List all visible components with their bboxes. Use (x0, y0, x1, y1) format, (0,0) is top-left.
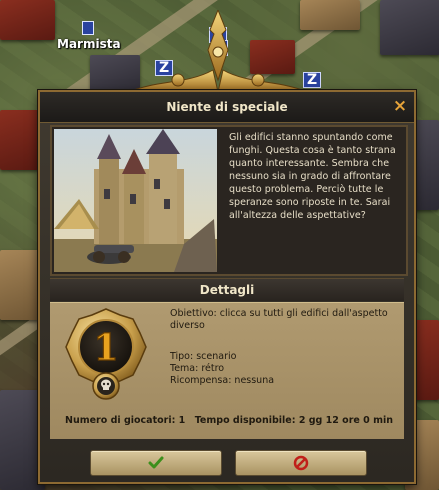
checkmark-icon (148, 456, 164, 469)
reward-text: Ricompensa: nessuna (170, 375, 275, 386)
story-text: Gli edifici stanno spuntando come funghi… (229, 132, 396, 221)
player-flag-icon (82, 21, 94, 35)
quest-meta: Tipo: scenario Tema: rétro Ricompensa: n… (170, 351, 274, 387)
details-header: Dettagli (50, 278, 404, 301)
dialog-title-bar: Niente di speciale × (40, 92, 414, 123)
building[interactable] (0, 0, 55, 40)
castle-illustration (54, 129, 217, 272)
building[interactable] (380, 0, 439, 55)
details-panel: 1 Obiettivo: clicca su tutti gli edifici… (50, 302, 404, 439)
dialog-crest-ornament (127, 10, 309, 93)
building[interactable] (0, 110, 40, 170)
player-name-label[interactable]: Marmista (57, 37, 121, 51)
difficulty-medal-icon: 1 (65, 308, 147, 400)
accept-button[interactable] (90, 450, 222, 476)
theme-text: Tema: rétro (170, 363, 225, 374)
time-available-text: Tempo disponibile: 2 gg 12 ore 0 min (194, 415, 393, 426)
building[interactable] (0, 250, 40, 320)
medal-number: 1 (93, 327, 118, 369)
player-count-text: Numero di giocatori: 1 (65, 415, 186, 426)
details-title: Dettagli (199, 283, 255, 297)
prohibited-icon (293, 455, 309, 471)
type-text: Tipo: scenario (170, 351, 237, 362)
story-panel: Gli edifici stanno spuntando come funghi… (50, 125, 408, 276)
dialog-title: Niente di speciale (166, 100, 288, 114)
decline-button[interactable] (235, 450, 367, 476)
objective-text: Obiettivo: clicca su tutti gli edifici d… (170, 308, 388, 331)
quest-dialog: Niente di speciale × Gli edifici stanno … (38, 90, 416, 484)
close-icon[interactable]: × (392, 98, 408, 115)
